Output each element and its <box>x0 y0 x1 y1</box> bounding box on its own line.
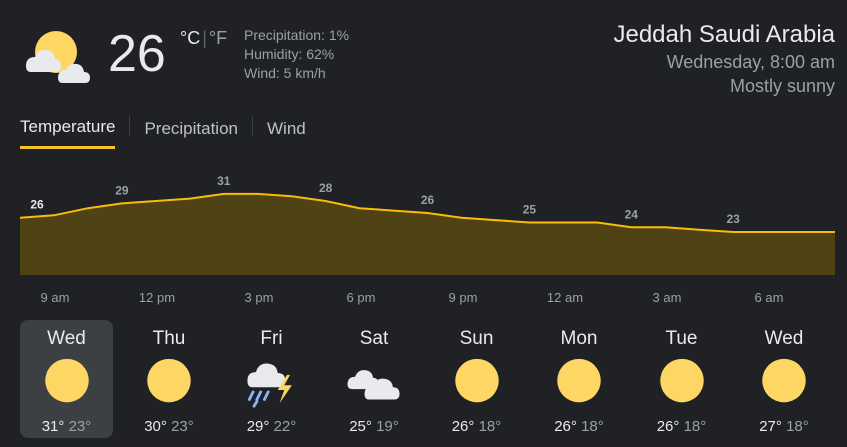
sunny-icon <box>557 358 601 403</box>
day-tue[interactable]: Tue 26° 18° <box>635 320 728 438</box>
data-label: 28 <box>319 181 333 195</box>
high-low-temps: 30° 23° <box>123 418 216 435</box>
high-low-temps: 25° 19° <box>328 418 421 435</box>
celsius-button[interactable]: °C <box>180 28 200 48</box>
sunny-icon <box>762 358 806 403</box>
tab-divider <box>252 116 253 136</box>
chart-tabs: Temperature Precipitation Wind <box>20 114 306 149</box>
thunderstorm-icon <box>246 363 292 408</box>
low-temp: 18° <box>786 418 809 435</box>
day-name: Sun <box>459 328 494 349</box>
high-low-temps: 26° 18° <box>430 418 523 435</box>
high-temp: 26° <box>656 418 680 435</box>
low-temp: 22° <box>273 418 297 435</box>
sunny-icon <box>659 358 704 403</box>
time-label: 3 pm <box>244 290 274 305</box>
partly-cloudy-icon <box>26 31 90 83</box>
data-label: 31 <box>217 174 231 188</box>
weather-details: Precipitation: 1% Humidity: 62% Wind: 5 … <box>244 26 349 83</box>
time-label: 12 pm <box>138 290 176 305</box>
high-temp: 26° <box>451 418 475 435</box>
tab-precipitation[interactable]: Precipitation <box>144 116 238 148</box>
high-low-temps: 26° 18° <box>635 418 728 435</box>
low-temp: 23° <box>171 418 194 435</box>
location-block: Jeddah Saudi Arabia Wednesday, 8:00 am M… <box>613 20 835 98</box>
day-name: Wed <box>764 328 804 349</box>
low-temp: 18° <box>683 418 707 435</box>
cloudy-icon <box>347 370 400 400</box>
temperature-chart: 26 29 31 28 26 25 24 23 <box>20 174 835 275</box>
tab-wind[interactable]: Wind <box>267 116 306 148</box>
data-label: 26 <box>421 193 435 207</box>
current-temperature: 26 <box>108 25 166 83</box>
high-temp: 31° <box>41 418 65 435</box>
unit-separator: | <box>202 28 207 48</box>
daily-forecast: Wed 31° 23° Thu 30° 23° Fri 29° 22° Sat 25° 19°… <box>20 320 840 438</box>
high-temp: 26° <box>554 418 577 435</box>
low-temp: 18° <box>478 418 502 435</box>
wind-text: Wind: 5 km/h <box>244 65 326 81</box>
day-wed[interactable]: Wed 31° 23° <box>20 320 113 438</box>
tab-temperature[interactable]: Temperature <box>20 114 116 149</box>
high-low-temps: 26° 18° <box>533 418 626 435</box>
time-label: 9 pm <box>448 290 478 305</box>
day-sun[interactable]: Sun 26° 18° <box>430 320 523 438</box>
data-label: 24 <box>625 207 639 221</box>
time-label: 3 am <box>652 290 682 305</box>
high-temp: 25° <box>349 418 372 435</box>
high-low-temps: 31° 23° <box>20 418 113 435</box>
sunny-icon <box>147 358 191 403</box>
day-name: Wed <box>47 328 86 349</box>
high-low-temps: 27° 18° <box>738 418 831 435</box>
day-name: Sat <box>359 328 389 349</box>
high-temp: 29° <box>246 418 270 435</box>
high-low-temps: 29° 22° <box>225 418 318 435</box>
time-label: 6 am <box>754 290 784 305</box>
low-temp: 19° <box>376 418 399 435</box>
day-wed[interactable]: Wed 27° 18° <box>738 320 831 438</box>
location-title: Jeddah Saudi Arabia <box>613 21 835 48</box>
unit-toggle: °C | °F <box>180 28 227 49</box>
day-name: Thu <box>152 328 186 349</box>
day-mon[interactable]: Mon 26° 18° <box>533 320 626 438</box>
time-label: 12 am <box>546 290 584 305</box>
data-label: 26 <box>30 198 44 212</box>
day-name: Tue <box>665 328 698 349</box>
low-temp: 23° <box>68 418 92 435</box>
day-name: Fri <box>260 328 283 349</box>
day-thu[interactable]: Thu 30° 23° <box>123 320 216 438</box>
time-axis: 9 am 12 pm 3 pm 6 pm 9 pm 12 am 3 am 6 am <box>20 290 835 308</box>
condition-text: Mostly sunny <box>729 76 835 96</box>
sunny-icon <box>44 358 89 403</box>
time-label: 9 am <box>40 290 70 305</box>
data-label: 29 <box>115 183 129 197</box>
precipitation-text: Precipitation: 1% <box>244 27 350 43</box>
high-temp: 30° <box>144 418 167 435</box>
humidity-text: Humidity: 62% <box>244 46 335 62</box>
sunny-icon <box>454 358 499 403</box>
day-fri[interactable]: Fri 29° 22° <box>225 320 318 438</box>
date-time: Wednesday, 8:00 am <box>666 52 835 72</box>
data-label: 25 <box>523 203 537 217</box>
time-label: 6 pm <box>346 290 376 305</box>
day-name: Mon <box>560 328 598 349</box>
tab-divider <box>129 116 131 136</box>
high-temp: 27° <box>759 418 782 435</box>
day-sat[interactable]: Sat 25° 19° <box>328 320 421 438</box>
fahrenheit-button[interactable]: °F <box>209 28 227 48</box>
low-temp: 18° <box>581 418 604 435</box>
data-label: 23 <box>726 212 740 226</box>
